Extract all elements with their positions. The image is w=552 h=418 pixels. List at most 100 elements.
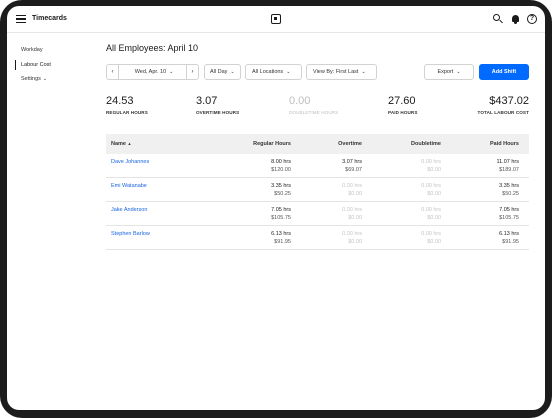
hours-value: 7.05 hrs xyxy=(499,207,519,213)
column-header-overtime[interactable]: Overtime xyxy=(338,141,362,147)
overtime-cell: 0.00 hrs $0.00 xyxy=(342,231,362,246)
sidebar-item-label: Workday xyxy=(21,47,43,53)
stat-value: 0.00 xyxy=(289,95,311,107)
cost-value: $105.75 xyxy=(499,214,519,221)
chevron-down-icon: ⌄ xyxy=(286,69,291,75)
hours-value: 0.00 hrs xyxy=(421,183,441,189)
employee-name-link[interactable]: Dave Johannes xyxy=(111,159,156,166)
cost-value: $105.75 xyxy=(271,214,291,221)
regular-hours-cell: 3.35 hrs $50.25 xyxy=(271,183,291,198)
table-row: Emi Watanabe 3.35 hrs $50.25 0.00 hrs $0.00 0… xyxy=(106,178,529,202)
paid-hours-cell: 3.35 hrs $50.25 xyxy=(499,183,519,198)
table-body: Dave Johannes 8.00 hrs $120.00 3.07 hrs $69.… xyxy=(106,154,529,250)
view-by-value: View By: First Last xyxy=(313,69,359,75)
stat-label: TOTAL LABOUR COST xyxy=(477,110,529,115)
sidebar-item-label: Labour Cost xyxy=(21,62,51,68)
stat-label: OVERTIME HOURS xyxy=(196,110,240,115)
stat-overtime-hours: 3.07 OVERTIME HOURS xyxy=(196,95,239,115)
hours-value: 8.00 hrs xyxy=(271,159,291,165)
doubletime-cell: 0.00 hrs $0.00 xyxy=(421,207,441,222)
date-picker: ‹ Wed, Apr. 10 ⌄ › xyxy=(106,64,199,80)
help-icon[interactable]: ? xyxy=(527,14,537,24)
stat-total-labour-cost: $437.02 TOTAL LABOUR COST xyxy=(468,95,529,115)
stat-label: PAID HOURS xyxy=(388,110,418,115)
cost-value: $120.00 xyxy=(271,166,291,173)
chevron-down-icon: ⌄ xyxy=(456,69,461,75)
date-value: Wed, Apr. 10 xyxy=(134,69,167,75)
sidebar-item-workday[interactable]: Workday xyxy=(15,45,43,55)
menu-icon[interactable] xyxy=(16,15,26,24)
paid-hours-cell: 7.05 hrs $105.75 xyxy=(499,207,519,222)
chevron-down-icon: ⌄ xyxy=(169,69,174,75)
hours-value: 0.00 hrs xyxy=(421,207,441,213)
sidebar-item-labour-cost[interactable]: Labour Cost xyxy=(15,60,51,70)
doubletime-cell: 0.00 hrs $0.00 xyxy=(421,159,441,174)
chevron-down-icon: ⌄ xyxy=(361,69,366,75)
stat-doubletime-hours: 0.00 DOUBLETIME HOURS xyxy=(289,95,338,115)
stat-value: 27.60 xyxy=(388,95,416,107)
table-row: Dave Johannes 8.00 hrs $120.00 3.07 hrs $69.… xyxy=(106,154,529,178)
export-label: Export xyxy=(437,69,454,75)
column-header-doubletime[interactable]: Doubletime xyxy=(411,141,441,147)
column-header-paid-hours[interactable]: Paid Hours xyxy=(490,141,519,147)
cost-value: $0.00 xyxy=(427,238,441,245)
doubletime-cell: 0.00 hrs $0.00 xyxy=(421,231,441,246)
square-logo-icon[interactable] xyxy=(271,14,281,24)
hours-value: 0.00 hrs xyxy=(421,159,441,165)
column-header-name[interactable]: Name ▲ xyxy=(111,141,131,147)
notification-bell-icon[interactable] xyxy=(510,14,520,24)
date-select[interactable]: Wed, Apr. 10 ⌄ xyxy=(123,65,185,79)
hours-value: 0.00 hrs xyxy=(342,231,362,237)
paid-hours-cell: 6.13 hrs $91.95 xyxy=(499,231,519,246)
cost-value: $0.00 xyxy=(427,190,441,197)
employee-name-link[interactable]: Stephen Barlow xyxy=(111,231,156,238)
hours-value: 3.35 hrs xyxy=(499,183,519,189)
column-header-regular-hours[interactable]: Regular Hours xyxy=(253,141,291,147)
tablet-frame: Timecards ? Workday Labour Cost Settings… xyxy=(0,0,552,418)
cost-value: $91.95 xyxy=(502,238,519,245)
page-title: All Employees: April 10 xyxy=(106,43,199,53)
regular-hours-cell: 7.05 hrs $105.75 xyxy=(271,207,291,222)
stat-value: $437.02 xyxy=(489,95,529,107)
timecards-table: Name ▲ Regular Hours Overtime Doubletime… xyxy=(106,134,529,250)
overtime-cell: 0.00 hrs $0.00 xyxy=(342,207,362,222)
stat-regular-hours: 24.53 REGULAR HOURS xyxy=(106,95,148,115)
sidebar-item-label: Settings xyxy=(21,76,41,82)
employee-name-link[interactable]: Emi Watanabe xyxy=(111,183,156,190)
locations-select[interactable]: All Locations ⌄ xyxy=(245,64,302,80)
search-icon[interactable] xyxy=(493,14,503,24)
chevron-left-icon[interactable]: ‹ xyxy=(107,65,119,79)
overtime-cell: 3.07 hrs $69.07 xyxy=(342,159,362,174)
add-shift-button[interactable]: Add Shift xyxy=(479,64,529,80)
locations-value: All Locations xyxy=(252,69,284,75)
hours-value: 6.13 hrs xyxy=(499,231,519,237)
export-button[interactable]: Export ⌄ xyxy=(424,64,474,80)
doubletime-cell: 0.00 hrs $0.00 xyxy=(421,183,441,198)
cost-value: $0.00 xyxy=(348,214,362,221)
hours-value: 3.35 hrs xyxy=(271,183,291,189)
hours-value: 6.13 hrs xyxy=(271,231,291,237)
table-row: Stephen Barlow 6.13 hrs $91.95 0.00 hrs $0.0… xyxy=(106,226,529,250)
table-header: Name ▲ Regular Hours Overtime Doubletime… xyxy=(106,134,529,154)
employee-name-link[interactable]: Jake Anderson xyxy=(111,207,156,214)
time-range-select[interactable]: All Day ⌄ xyxy=(204,64,241,80)
sidebar-item-settings[interactable]: Settings ⌄ xyxy=(15,74,47,84)
table-row: Jake Anderson 7.05 hrs $105.75 0.00 hrs $0.0… xyxy=(106,202,529,226)
add-shift-label: Add Shift xyxy=(491,69,517,75)
chevron-right-icon[interactable]: › xyxy=(186,65,198,79)
hours-value: 7.05 hrs xyxy=(271,207,291,213)
stat-paid-hours: 27.60 PAID HOURS xyxy=(388,95,418,115)
view-by-select[interactable]: View By: First Last ⌄ xyxy=(306,64,377,80)
chevron-down-icon: ⌄ xyxy=(42,76,48,82)
top-bar: Timecards ? xyxy=(7,6,545,33)
cost-value: $91.95 xyxy=(274,238,291,245)
sort-ascending-icon: ▲ xyxy=(127,141,132,146)
cost-value: $69.07 xyxy=(345,166,362,173)
paid-hours-cell: 11.07 hrs $189.07 xyxy=(496,159,519,174)
stat-label: DOUBLETIME HOURS xyxy=(289,110,339,115)
chevron-down-icon: ⌄ xyxy=(230,69,235,75)
stat-value: 24.53 xyxy=(106,95,134,107)
cost-value: $0.00 xyxy=(348,238,362,245)
cost-value: $189.07 xyxy=(499,166,519,173)
hours-value: 0.00 hrs xyxy=(342,207,362,213)
